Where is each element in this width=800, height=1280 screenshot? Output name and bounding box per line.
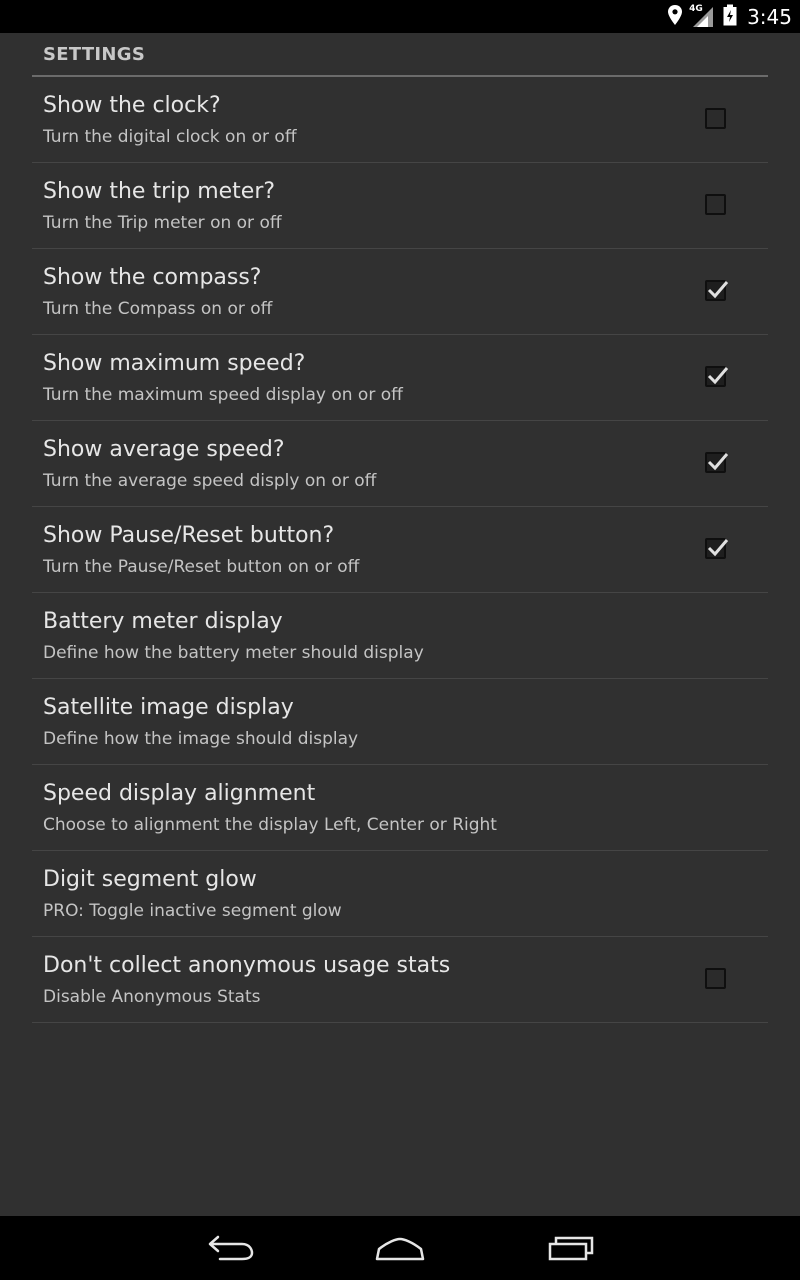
pref-title: Show Pause/Reset button? xyxy=(43,523,335,548)
pref-battery-meter-display[interactable]: Battery meter display Define how the bat… xyxy=(32,593,768,679)
settings-screen: SETTINGS Show the clock? Turn the digita… xyxy=(0,33,800,1216)
status-icons: 4G 3:45 xyxy=(667,0,792,33)
pref-title: Show the trip meter? xyxy=(43,179,276,204)
show-compass-checkbox[interactable] xyxy=(705,280,729,301)
status-time: 3:45 xyxy=(747,4,792,29)
pref-show-clock[interactable]: Show the clock? Turn the digital clock o… xyxy=(32,77,768,163)
pref-summary: Define how the battery meter should disp… xyxy=(43,643,424,663)
show-pause-reset-checkbox[interactable] xyxy=(705,538,729,559)
section-title: SETTINGS xyxy=(43,44,146,65)
show-trip-meter-checkbox[interactable] xyxy=(705,194,726,215)
pref-summary: Turn the Trip meter on or off xyxy=(43,213,282,233)
pref-summary: Turn the Pause/Reset button on or off xyxy=(43,557,360,577)
anonymous-stats-checkbox[interactable] xyxy=(705,968,726,989)
pref-title: Don't collect anonymous usage stats xyxy=(43,953,451,978)
pref-summary: Choose to alignment the display Left, Ce… xyxy=(43,815,497,835)
pref-digit-segment-glow[interactable]: Digit segment glow PRO: Toggle inactive … xyxy=(32,851,768,937)
checkmark-icon xyxy=(707,539,729,557)
pref-title: Satellite image display xyxy=(43,695,294,720)
pref-summary: Turn the Compass on or off xyxy=(43,299,273,319)
preference-list: Show the clock? Turn the digital clock o… xyxy=(32,77,768,1023)
checkmark-icon xyxy=(707,367,729,385)
pref-speed-display-alignment[interactable]: Speed display alignment Choose to alignm… xyxy=(32,765,768,851)
pref-summary: Turn the maximum speed display on or off xyxy=(43,385,403,405)
pref-title: Speed display alignment xyxy=(43,781,316,806)
recent-apps-icon xyxy=(548,1236,594,1261)
pref-title: Show the clock? xyxy=(43,93,221,118)
pref-title: Battery meter display xyxy=(43,609,283,634)
status-bar: 4G 3:45 xyxy=(0,0,800,33)
recent-apps-button[interactable] xyxy=(531,1228,611,1268)
checkmark-icon xyxy=(707,453,729,471)
pref-title: Digit segment glow xyxy=(43,867,257,892)
pref-title: Show the compass? xyxy=(43,265,262,290)
network-type-label: 4G xyxy=(689,3,703,14)
pref-title: Show maximum speed? xyxy=(43,351,306,376)
signal-icon: 4G xyxy=(689,3,715,28)
pref-show-max-speed[interactable]: Show maximum speed? Turn the maximum spe… xyxy=(32,335,768,421)
show-clock-checkbox[interactable] xyxy=(705,108,726,129)
pref-anonymous-stats[interactable]: Don't collect anonymous usage stats Disa… xyxy=(32,937,768,1023)
pref-satellite-image-display[interactable]: Satellite image display Define how the i… xyxy=(32,679,768,765)
pref-show-avg-speed[interactable]: Show average speed? Turn the average spe… xyxy=(32,421,768,507)
battery-icon xyxy=(723,4,737,30)
pref-show-pause-reset[interactable]: Show Pause/Reset button? Turn the Pause/… xyxy=(32,507,768,593)
pref-title: Show average speed? xyxy=(43,437,285,462)
pref-show-trip-meter[interactable]: Show the trip meter? Turn the Trip meter… xyxy=(32,163,768,249)
back-icon xyxy=(208,1235,254,1261)
checkmark-icon xyxy=(707,281,729,299)
show-max-speed-checkbox[interactable] xyxy=(705,366,729,387)
location-icon xyxy=(667,4,683,30)
pref-summary: PRO: Toggle inactive segment glow xyxy=(43,901,342,921)
pref-summary: Disable Anonymous Stats xyxy=(43,987,261,1007)
pref-summary: Turn the average speed disply on or off xyxy=(43,471,377,491)
pref-summary: Turn the digital clock on or off xyxy=(43,127,297,147)
home-icon xyxy=(375,1237,425,1261)
navigation-bar xyxy=(0,1216,800,1280)
show-avg-speed-checkbox[interactable] xyxy=(705,452,729,473)
section-header: SETTINGS xyxy=(32,33,768,77)
home-button[interactable] xyxy=(360,1228,440,1268)
pref-show-compass[interactable]: Show the compass? Turn the Compass on or… xyxy=(32,249,768,335)
back-button[interactable] xyxy=(190,1228,270,1268)
pref-summary: Define how the image should display xyxy=(43,729,359,749)
